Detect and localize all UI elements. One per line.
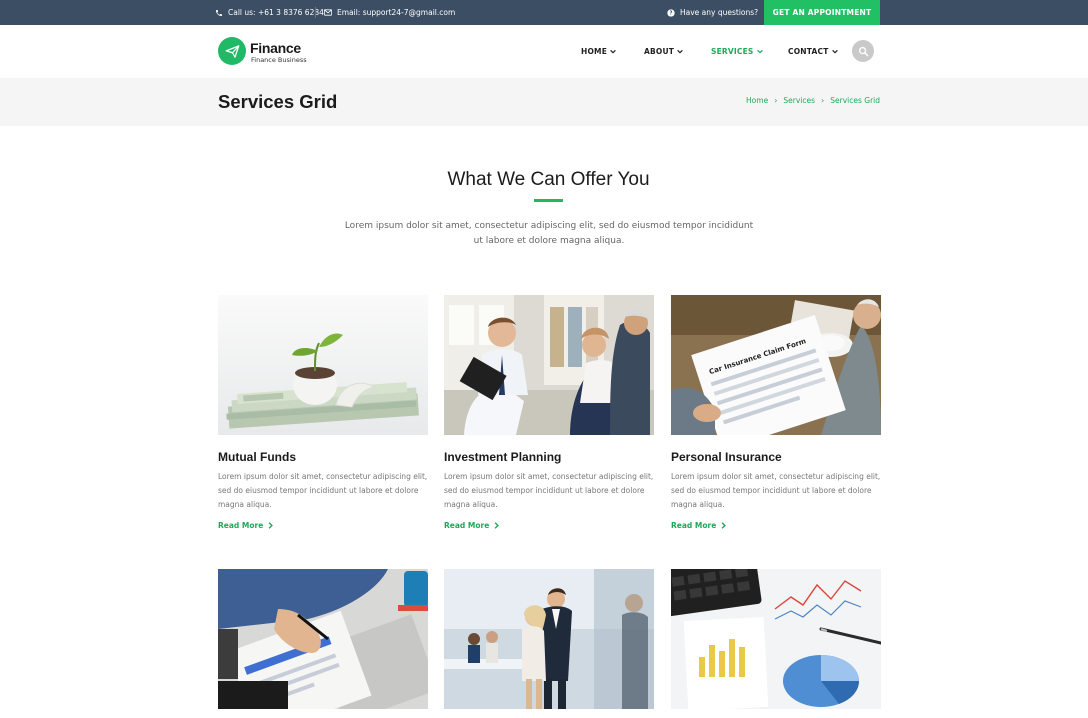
search-icon	[858, 46, 868, 56]
read-more-link[interactable]: Read More	[218, 521, 428, 530]
site-header: Finance Finance Business HOME ABOUT SERV…	[0, 25, 1088, 78]
service-image-team-presentation[interactable]	[444, 569, 654, 709]
nav-item-services[interactable]: SERVICES	[711, 47, 763, 56]
phone-contact[interactable]: Call us: +61 3 8376 6284	[215, 0, 324, 25]
nav-item-contact[interactable]: CONTACT	[788, 47, 838, 56]
read-more-label: Read More	[671, 521, 717, 530]
service-card: Car Insurance Claim Form Personal Insura…	[671, 295, 881, 530]
chevron-right-icon	[268, 522, 274, 529]
topbar-divider	[315, 7, 316, 18]
svg-text:?: ?	[670, 10, 673, 16]
chevron-down-icon	[677, 49, 683, 54]
read-more-link[interactable]: Read More	[671, 521, 881, 530]
search-button[interactable]	[852, 40, 874, 62]
chevron-right-icon: ›	[821, 96, 825, 105]
chevron-down-icon	[756, 49, 763, 54]
service-title[interactable]: Investment Planning	[444, 450, 654, 464]
email-text: Email: support24-7@gmail.com	[337, 8, 456, 17]
phone-icon	[216, 9, 222, 16]
nav-label: ABOUT	[644, 47, 675, 56]
breadcrumb-home[interactable]: Home	[746, 96, 768, 105]
service-card	[671, 569, 881, 709]
breadcrumb-services[interactable]: Services	[783, 96, 815, 105]
chevron-right-icon	[721, 522, 727, 529]
service-image-financial-charts[interactable]	[671, 569, 881, 709]
chevron-down-icon	[831, 49, 838, 54]
service-image-plant-money[interactable]	[218, 295, 428, 435]
breadcrumb-current: Services Grid	[830, 96, 880, 105]
chevron-right-icon: ›	[774, 96, 778, 105]
chevron-down-icon	[610, 49, 616, 54]
read-more-link[interactable]: Read More	[444, 521, 654, 530]
paper-plane-logo-icon[interactable]	[218, 37, 246, 65]
service-title[interactable]: Mutual Funds	[218, 450, 428, 464]
service-card: Investment Planning Lorem ipsum dolor si…	[444, 295, 654, 530]
page-title-band: Services Grid Home › Services › Services…	[0, 78, 1088, 126]
service-text: Lorem ipsum dolor sit amet, consectetur …	[218, 472, 428, 509]
nav-item-home[interactable]: HOME	[581, 47, 616, 56]
title-underline	[534, 199, 563, 202]
service-image-advisor-meeting[interactable]	[444, 295, 654, 435]
brand-tagline: Finance Business	[251, 56, 307, 64]
question-circle-icon: ?	[667, 8, 675, 17]
brand-name[interactable]: Finance	[250, 40, 301, 56]
nav-label: CONTACT	[788, 47, 829, 56]
nav-label: SERVICES	[711, 47, 754, 56]
read-more-label: Read More	[218, 521, 264, 530]
phone-text: Call us: +61 3 8376 6284	[228, 8, 324, 17]
envelope-icon	[324, 9, 332, 16]
nav-label: HOME	[581, 47, 608, 56]
appointment-button[interactable]: GET AN APPOINTMENT	[764, 0, 880, 25]
service-title[interactable]: Personal Insurance	[671, 450, 881, 464]
service-card: Mutual Funds Lorem ipsum dolor sit amet,…	[218, 295, 428, 530]
service-card	[444, 569, 654, 709]
service-image-insurance-form[interactable]: Car Insurance Claim Form	[671, 295, 881, 435]
breadcrumb: Home › Services › Services Grid	[746, 96, 880, 105]
nav-item-about[interactable]: ABOUT	[644, 47, 683, 56]
section-description: Lorem ipsum dolor sit amet, consectetur …	[344, 221, 754, 246]
help-link[interactable]: ? Have any questions?	[667, 0, 758, 25]
top-bar: Call us: +61 3 8376 6284 Email: support2…	[0, 0, 1088, 25]
read-more-label: Read More	[444, 521, 490, 530]
chevron-right-icon	[494, 522, 500, 529]
section-title: What We Can Offer You	[447, 169, 650, 190]
service-image-signing-document[interactable]	[218, 569, 428, 709]
page-title: Services Grid	[218, 91, 338, 112]
help-text: Have any questions?	[680, 8, 759, 17]
service-card	[218, 569, 428, 709]
service-text: Lorem ipsum dolor sit amet, consectetur …	[444, 472, 654, 509]
service-text: Lorem ipsum dolor sit amet, consectetur …	[671, 472, 881, 509]
email-contact[interactable]: Email: support24-7@gmail.com	[324, 0, 455, 25]
